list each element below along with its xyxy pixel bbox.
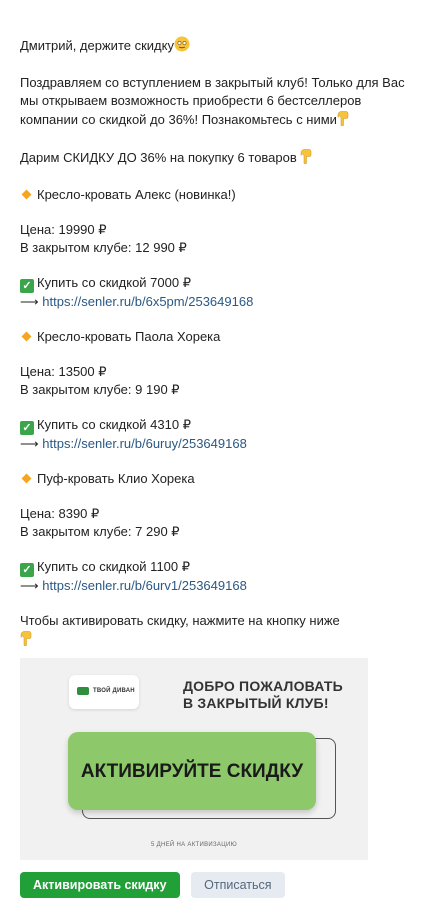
banner-button-label: АКТИВИРУЙТЕ СКИДКУ xyxy=(80,761,304,782)
product-price: Цена: 8390 ₽ xyxy=(20,506,100,521)
banner-activate-button: АКТИВИРУЙТЕ СКИДКУ xyxy=(68,732,316,810)
greeting-line: Дмитрий, держите скидку xyxy=(20,36,416,57)
product-name: Пуф-кровать Клио Хорека xyxy=(37,471,195,486)
banner-title: ДОБРО ПОЖАЛОВАТЬ В ЗАКРЫТЫЙ КЛУБ! xyxy=(183,678,343,712)
cta-text: Чтобы активировать скидку, нажмите на кн… xyxy=(20,613,340,628)
product-link-line: ⟶ https://senler.ru/b/6uruy/253649168 xyxy=(20,435,416,453)
product-name: Кресло-кровать Паола Хорека xyxy=(37,329,221,344)
banner-note: 5 ДНЕЙ НА АКТИВИЗАЦИЮ xyxy=(151,842,237,848)
product-title: Пуф-кровать Клио Хорека xyxy=(20,470,416,488)
greeting-text: Дмитрий, держите скидку xyxy=(20,37,174,53)
pointing-down-icon xyxy=(337,110,349,131)
product-club-price: В закрытом клубе: 7 290 ₽ xyxy=(20,524,180,539)
buy-text: Купить со скидкой 4310 ₽ xyxy=(37,417,191,432)
product-link[interactable]: https://senler.ru/b/6uruy/253649168 xyxy=(42,436,247,451)
cta-line: Чтобы активировать скидку, нажмите на кн… xyxy=(20,612,416,651)
orange-diamond-icon xyxy=(21,473,32,484)
orange-diamond-icon xyxy=(21,189,32,200)
check-mark-icon: ✓ xyxy=(20,563,34,577)
product-title: Кресло-кровать Паола Хорека xyxy=(20,328,416,346)
product-buy-line: ✓ Купить со скидкой 7000 ₽ xyxy=(20,274,416,293)
product-title: Кресло-кровать Алекс (новинка!) xyxy=(20,186,416,204)
offer-text: Дарим СКИДКУ ДО 36% на покупку 6 товаров xyxy=(20,149,297,165)
pointing-down-icon xyxy=(300,148,312,169)
product-price: Цена: 19990 ₽ xyxy=(20,222,107,237)
sofa-logo-icon xyxy=(77,687,89,695)
smiling-face-icon xyxy=(174,36,190,57)
product-link-line: ⟶ https://senler.ru/b/6urv1/253649168 xyxy=(20,577,416,595)
check-mark-icon: ✓ xyxy=(20,421,34,435)
check-mark-icon: ✓ xyxy=(20,279,34,293)
brand-logo: ТВОЙ ДИВАН xyxy=(69,675,139,709)
message-body: Дмитрий, держите скидку Поздравляем со в… xyxy=(20,36,416,651)
orange-diamond-icon xyxy=(21,331,32,342)
banner-title-line: В ЗАКРЫТЫЙ КЛУБ! xyxy=(183,695,329,711)
buy-text: Купить со скидкой 7000 ₽ xyxy=(37,275,191,290)
arrow-icon: ⟶ xyxy=(20,294,39,309)
product-club-price: В закрытом клубе: 9 190 ₽ xyxy=(20,382,180,397)
intro-paragraph: Поздравляем со вступлением в закрытый кл… xyxy=(20,74,416,131)
offer-line: Дарим СКИДКУ ДО 36% на покупку 6 товаров xyxy=(20,148,416,169)
logo-text: ТВОЙ ДИВАН xyxy=(93,688,135,694)
product-link[interactable]: https://senler.ru/b/6x5pm/253649168 xyxy=(42,294,253,309)
promo-banner-image[interactable]: ТВОЙ ДИВАН ДОБРО ПОЖАЛОВАТЬ В ЗАКРЫТЫЙ К… xyxy=(20,658,368,860)
product-price: Цена: 13500 ₽ xyxy=(20,364,107,379)
product-buy-line: ✓ Купить со скидкой 1100 ₽ xyxy=(20,558,416,577)
product-buy-line: ✓ Купить со скидкой 4310 ₽ xyxy=(20,416,416,435)
unsubscribe-button[interactable]: Отписаться xyxy=(191,872,285,898)
product-link-line: ⟶ https://senler.ru/b/6x5pm/253649168 xyxy=(20,293,416,311)
product-link[interactable]: https://senler.ru/b/6urv1/253649168 xyxy=(42,578,247,593)
product-name: Кресло-кровать Алекс (новинка!) xyxy=(37,187,236,202)
arrow-icon: ⟶ xyxy=(20,436,39,451)
buy-text: Купить со скидкой 1100 ₽ xyxy=(37,559,191,574)
banner-title-line: ДОБРО ПОЖАЛОВАТЬ xyxy=(183,678,343,694)
pointing-down-icon xyxy=(20,630,32,651)
activate-discount-button[interactable]: Активировать скидку xyxy=(20,872,180,898)
arrow-icon: ⟶ xyxy=(20,578,39,593)
product-club-price: В закрытом клубе: 12 990 ₽ xyxy=(20,240,187,255)
message-actions: Активировать скидку Отписаться xyxy=(20,872,285,898)
